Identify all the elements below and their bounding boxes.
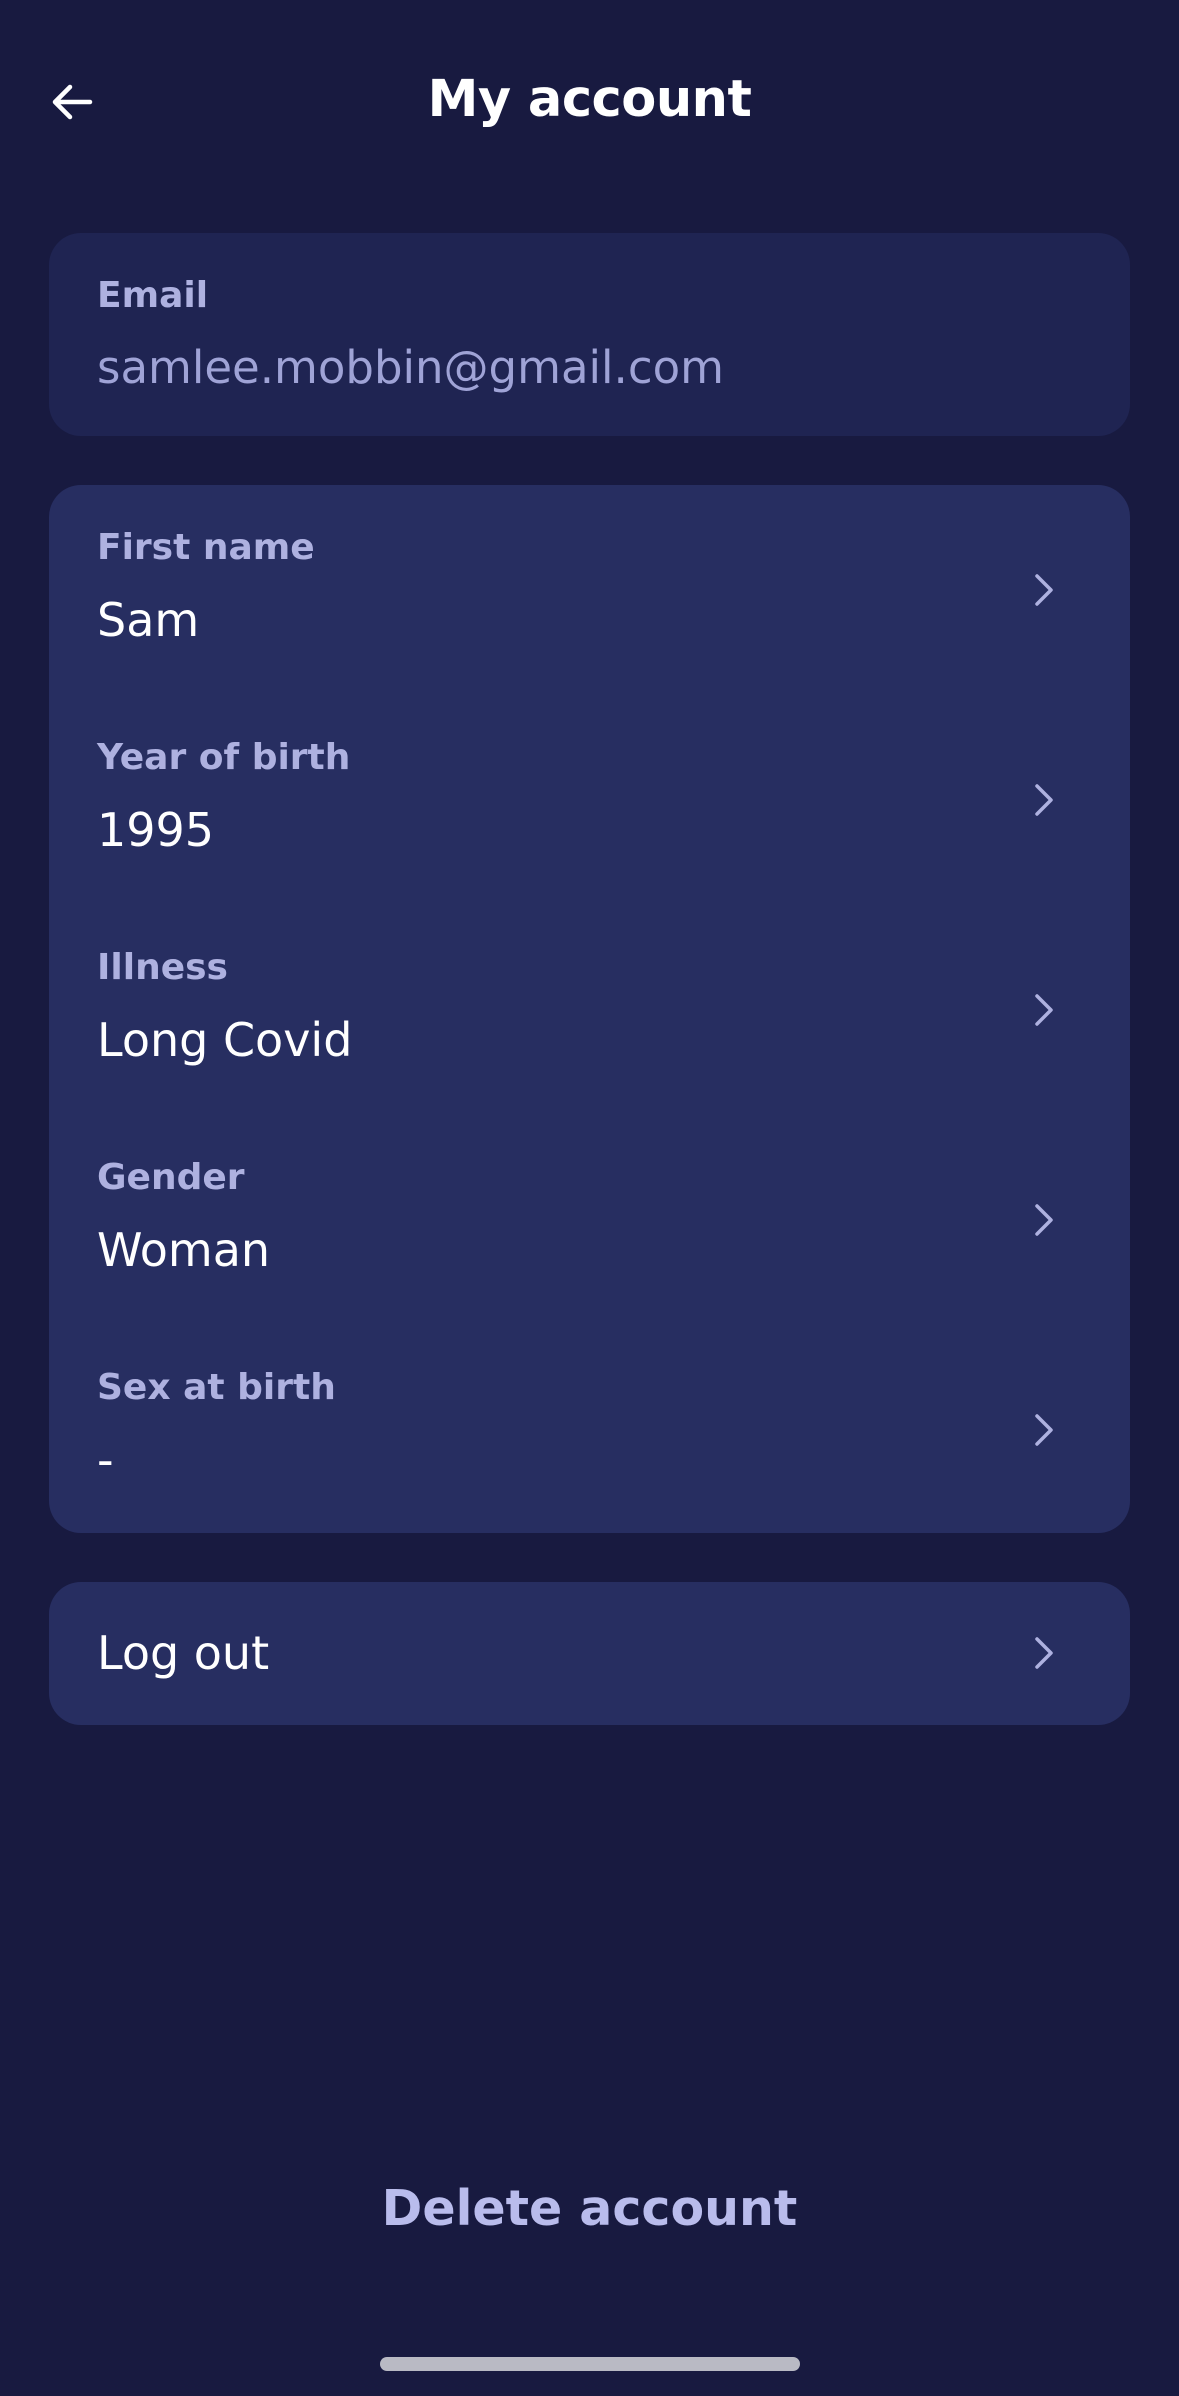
page-title: My account: [427, 70, 752, 129]
log-out-label: Log out: [97, 1626, 270, 1680]
first-name-label: First name: [97, 527, 315, 568]
chevron-right-icon: [1035, 1637, 1053, 1669]
first-name-row[interactable]: First name Sam: [49, 485, 1130, 695]
first-name-value: Sam: [97, 593, 200, 647]
home-indicator[interactable]: [380, 2357, 800, 2371]
chevron-right-icon: [1035, 994, 1053, 1026]
illness-label: Illness: [97, 947, 228, 988]
log-out-button[interactable]: Log out: [49, 1582, 1130, 1725]
sex-at-birth-label: Sex at birth: [97, 1367, 336, 1408]
chevron-right-icon: [1035, 574, 1053, 606]
gender-value: Woman: [97, 1223, 271, 1277]
email-label: Email: [97, 275, 209, 316]
year-of-birth-value: 1995: [97, 803, 215, 857]
sex-at-birth-row[interactable]: Sex at birth -: [49, 1325, 1130, 1535]
email-card: Email samlee.mobbin@gmail.com: [49, 233, 1130, 436]
gender-label: Gender: [97, 1157, 245, 1198]
email-value: samlee.mobbin@gmail.com: [97, 341, 724, 394]
app-header: My account: [0, 0, 1179, 206]
year-of-birth-label: Year of birth: [97, 737, 351, 778]
year-of-birth-row[interactable]: Year of birth 1995: [49, 695, 1130, 905]
sex-at-birth-value: -: [97, 1433, 114, 1487]
chevron-right-icon: [1035, 1204, 1053, 1236]
gender-row[interactable]: Gender Woman: [49, 1115, 1130, 1325]
illness-value: Long Covid: [97, 1013, 353, 1067]
chevron-right-icon: [1035, 784, 1053, 816]
chevron-right-icon: [1035, 1414, 1053, 1446]
illness-row[interactable]: Illness Long Covid: [49, 905, 1130, 1115]
delete-account-button[interactable]: Delete account: [0, 2180, 1179, 2237]
profile-details-card: First name Sam Year of birth 1995 Illnes…: [49, 485, 1130, 1533]
